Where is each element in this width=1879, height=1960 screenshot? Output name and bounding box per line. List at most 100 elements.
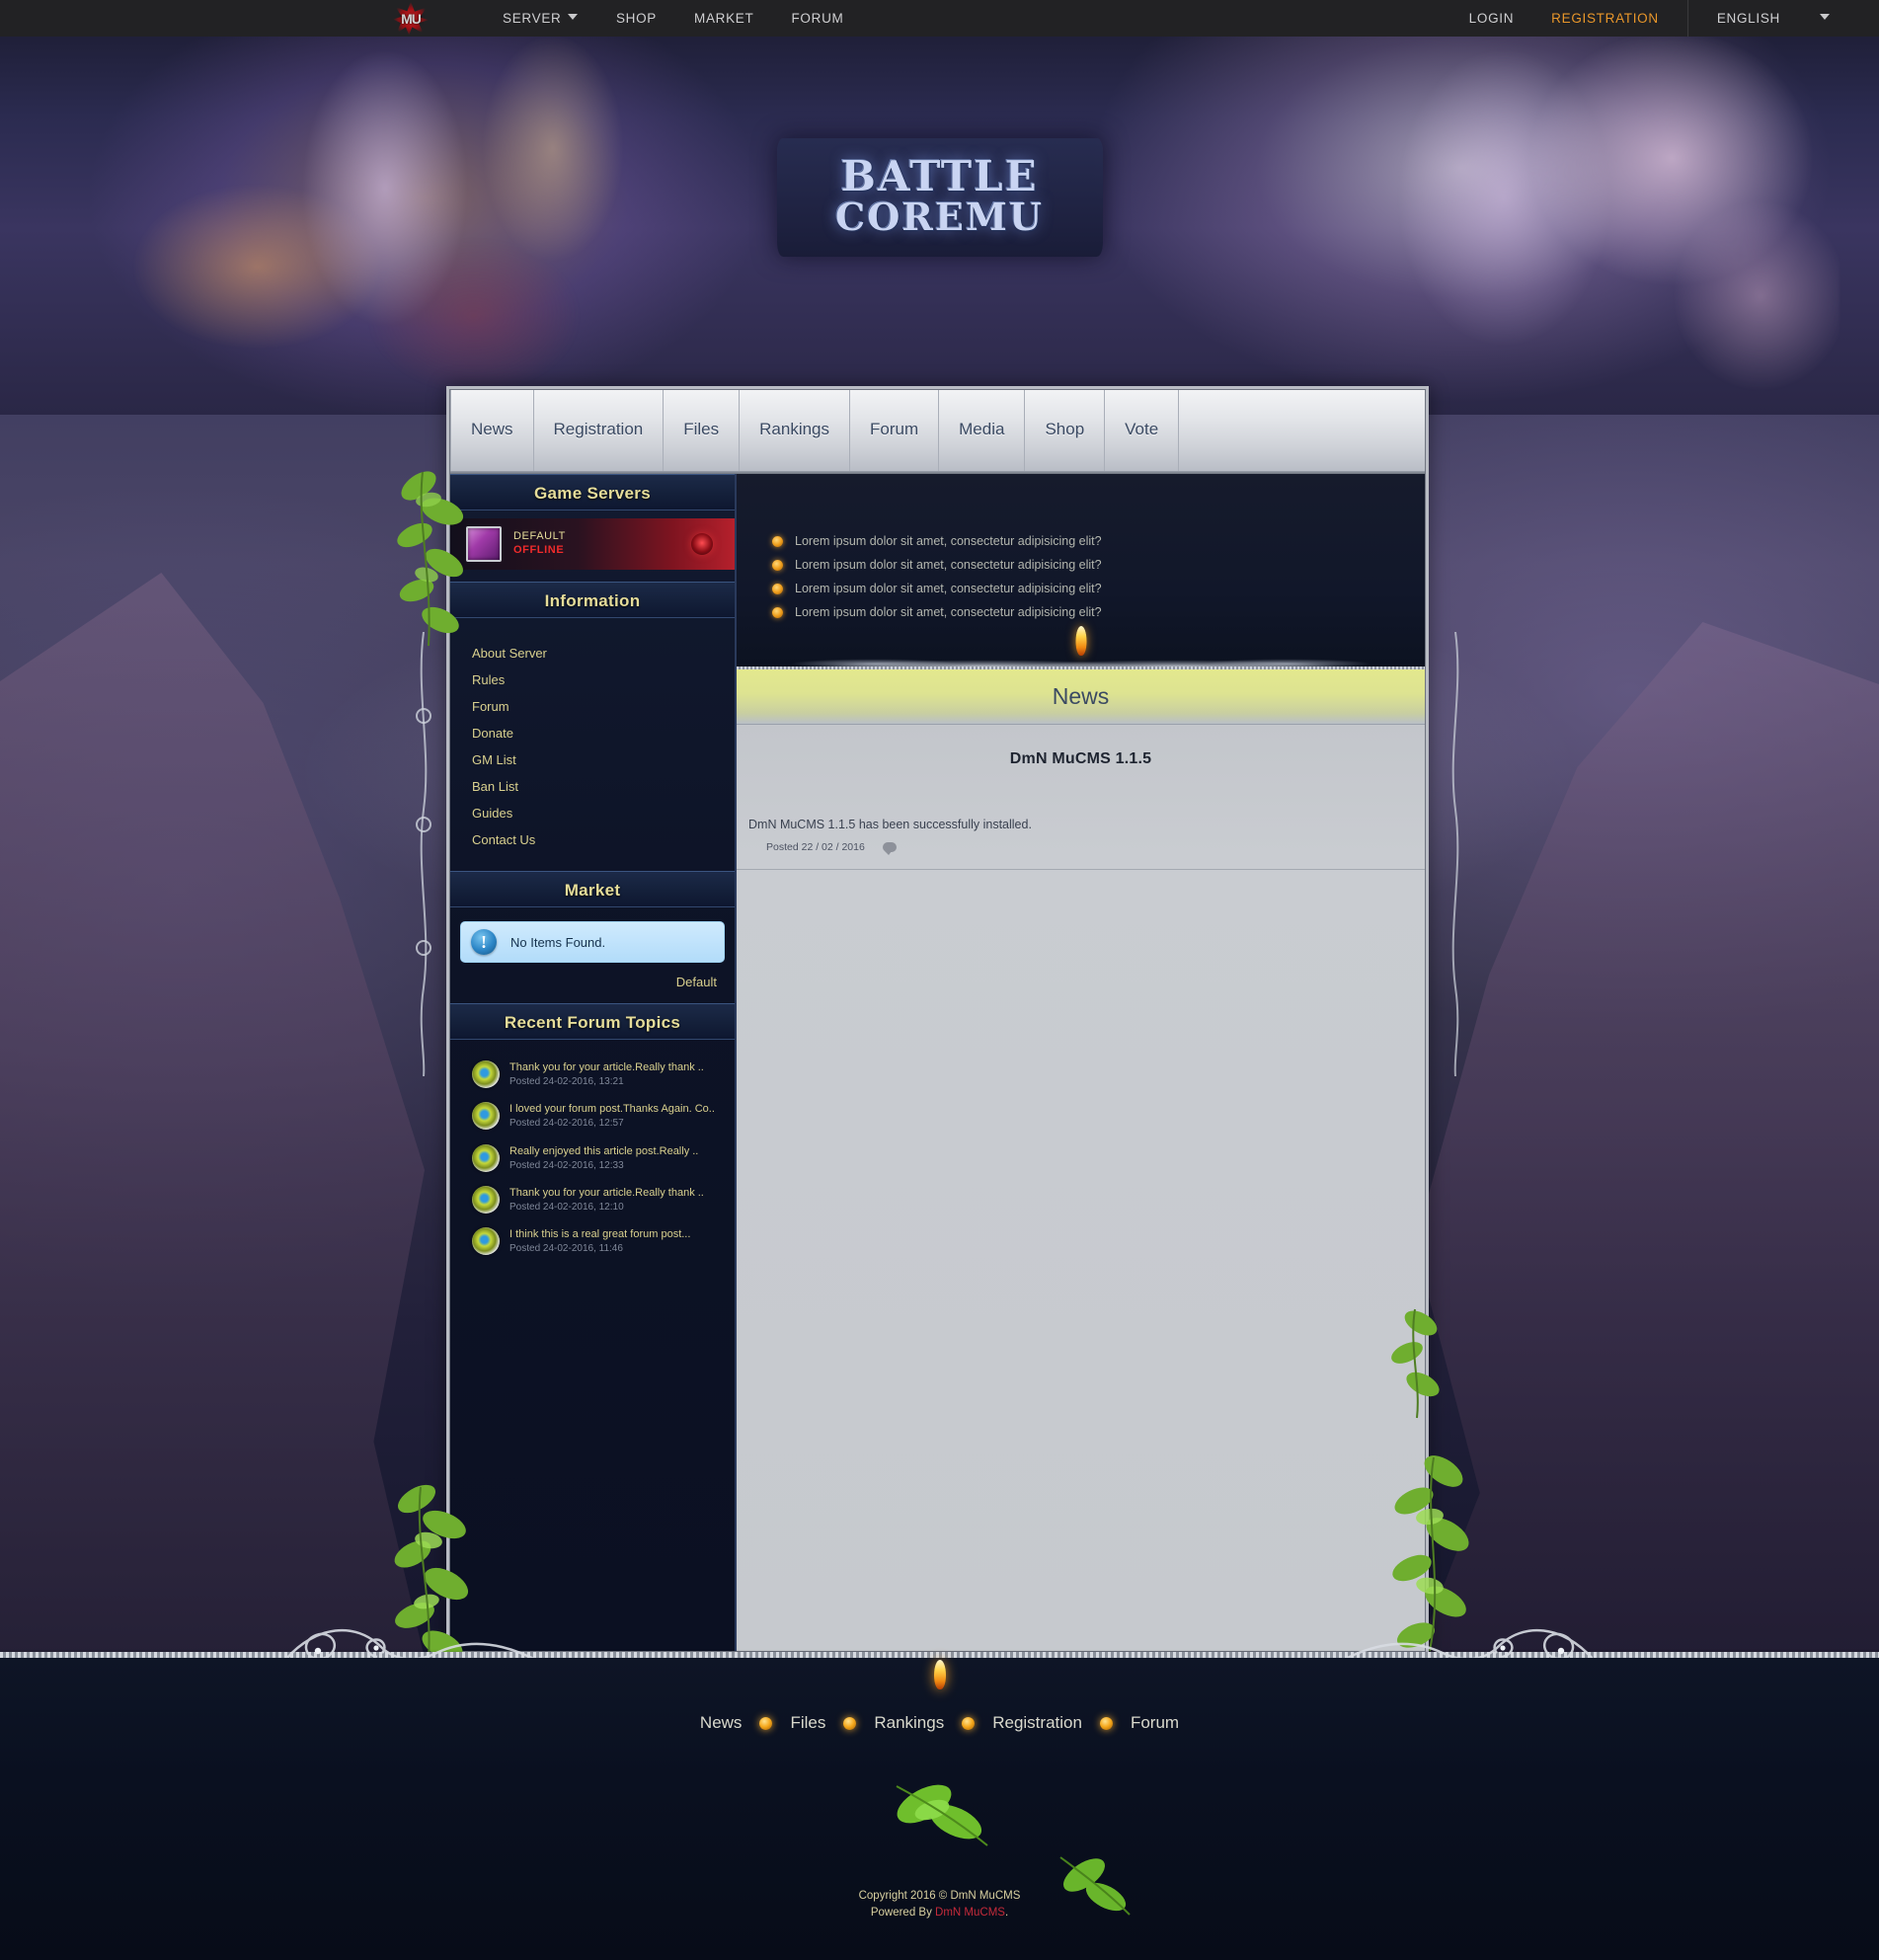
bullet-icon xyxy=(843,1716,857,1730)
news-section-header: News xyxy=(737,669,1425,725)
vine-rail-left xyxy=(413,631,434,1077)
panel-title-game-servers: Game Servers xyxy=(450,474,735,510)
site-logo: BATTLE COREMU xyxy=(776,138,1103,257)
news-body: DmN MuCMS 1.1.5 DmN MuCMS 1.1.5 has been… xyxy=(737,725,1425,1651)
ticker-item[interactable]: Lorem ipsum dolor sit amet, consectetur … xyxy=(772,577,1425,600)
powered-by-brand[interactable]: DmN MuCMS xyxy=(935,1907,1005,1919)
footer-link-forum[interactable]: Forum xyxy=(1119,1713,1191,1733)
brand-text: MU xyxy=(401,10,422,27)
news-article-title[interactable]: DmN MuCMS 1.1.5 xyxy=(737,750,1425,768)
tab-registration[interactable]: Registration xyxy=(534,390,665,471)
sidebar-item-about-server[interactable]: About Server xyxy=(472,640,735,666)
comment-icon[interactable] xyxy=(882,842,897,855)
recent-forum-topic-list: Thank you for your article.Really thank … xyxy=(450,1040,735,1263)
bullet-icon xyxy=(759,1716,773,1730)
sidebar-item-donate[interactable]: Donate xyxy=(472,720,735,746)
footer-link-rankings[interactable]: Rankings xyxy=(862,1713,956,1733)
news-article: DmN MuCMS 1.1.5 DmN MuCMS 1.1.5 has been… xyxy=(737,725,1425,869)
news-article-footer: Posted 22 / 02 / 2016 xyxy=(737,831,1425,869)
server-offline-seal-icon xyxy=(691,533,713,555)
mu-star-logo-icon[interactable]: MU xyxy=(393,1,429,36)
topic-meta: Thank you for your article.Really thank … xyxy=(509,1186,704,1214)
news-article-divider xyxy=(737,869,1425,870)
list-item[interactable]: Really enjoyed this article post.Really … xyxy=(450,1137,735,1179)
topic-date: Posted 24-02-2016, 13:21 xyxy=(509,1075,624,1087)
topic-meta: I loved your forum post.Thanks Again. Co… xyxy=(509,1102,715,1130)
top-nav-item-market[interactable]: MARKET xyxy=(675,0,772,37)
tab-forum[interactable]: Forum xyxy=(850,390,940,471)
hero-banner: BATTLE COREMU xyxy=(0,0,1879,415)
tab-files[interactable]: Files xyxy=(664,390,741,471)
login-button[interactable]: LOGIN xyxy=(1450,0,1533,37)
server-meta: DEFAULT OFFLINE xyxy=(513,530,566,558)
topic-title: Really enjoyed this article post.Really … xyxy=(509,1144,699,1157)
market-empty-message: No Items Found. xyxy=(510,934,606,950)
language-selector[interactable]: ENGLISH xyxy=(1698,0,1799,37)
list-item[interactable]: Thank you for your article.Really thank … xyxy=(450,1179,735,1220)
flame-ornament-icon xyxy=(1075,626,1086,656)
bullet-icon xyxy=(772,559,783,571)
panel-title-information: Information xyxy=(450,582,735,618)
footer-link-news[interactable]: News xyxy=(688,1713,754,1733)
tab-rankings[interactable]: Rankings xyxy=(740,390,851,471)
chevron-down-icon xyxy=(1820,14,1831,21)
ticker-item[interactable]: Lorem ipsum dolor sit amet, consectetur … xyxy=(772,529,1425,553)
tab-shop[interactable]: Shop xyxy=(1025,390,1106,471)
sidebar-item-rules[interactable]: Rules xyxy=(472,666,735,693)
top-nav-item-forum[interactable]: FORUM xyxy=(772,0,862,37)
frame-inner: News Registration Files Rankings Forum M… xyxy=(450,390,1425,1651)
topic-meta: Really enjoyed this article post.Really … xyxy=(509,1144,698,1172)
tab-media[interactable]: Media xyxy=(939,390,1026,471)
list-item[interactable]: I loved your forum post.Thanks Again. Co… xyxy=(450,1095,735,1137)
top-nav-item-server[interactable]: SERVER xyxy=(484,0,597,37)
sidebar-item-contact-us[interactable]: Contact Us xyxy=(472,826,735,853)
sidebar-item-gm-list[interactable]: GM List xyxy=(472,746,735,773)
panel-title-recent-forum-topics: Recent Forum Topics xyxy=(450,1003,735,1040)
flame-ornament-icon xyxy=(933,1660,946,1689)
site-logo-line2: COREMU xyxy=(834,195,1045,239)
main-content: Lorem ipsum dolor sit amet, consectetur … xyxy=(737,474,1425,1651)
footer-link-registration[interactable]: Registration xyxy=(980,1713,1094,1733)
hero-character-right xyxy=(1208,10,1840,415)
topic-title: Thank you for your article.Really thank … xyxy=(509,1187,704,1200)
sidebar-item-guides[interactable]: Guides xyxy=(472,800,735,826)
topic-title: I loved your forum post.Thanks Again. Co… xyxy=(509,1103,715,1116)
ticker-text: Lorem ipsum dolor sit amet, consectetur … xyxy=(795,558,1102,572)
vine-rail-right xyxy=(1445,631,1466,1077)
sidebar-item-ban-list[interactable]: Ban List xyxy=(472,773,735,800)
market-server-label[interactable]: Default xyxy=(450,963,735,1003)
ticker-bottom-rule xyxy=(737,666,1425,669)
footer-link-files[interactable]: Files xyxy=(778,1713,837,1733)
ticker-text: Lorem ipsum dolor sit amet, consectetur … xyxy=(795,582,1102,595)
topic-date: Posted 24-02-2016, 12:10 xyxy=(509,1201,624,1213)
tab-vote[interactable]: Vote xyxy=(1105,390,1180,471)
topic-date: Posted 24-02-2016, 11:46 xyxy=(509,1243,623,1255)
sidebar-item-forum[interactable]: Forum xyxy=(472,693,735,720)
announcement-ticker: Lorem ipsum dolor sit amet, consectetur … xyxy=(737,474,1425,669)
powered-by-suffix: . xyxy=(1004,1907,1009,1920)
bullet-icon xyxy=(1099,1716,1113,1730)
powered-by-line: Powered By DmN MuCMS. xyxy=(0,1905,1879,1921)
language-chevron-button[interactable] xyxy=(1799,0,1849,37)
copyright-line: Copyright 2016 © DmN MuCMS xyxy=(858,1890,1021,1902)
top-nav-left-group: MU SERVER SHOP MARKET FORUM xyxy=(393,0,862,37)
tab-bar-filler xyxy=(1179,390,1425,471)
chevron-down-icon xyxy=(567,14,579,21)
main-tab-bar: News Registration Files Rankings Forum M… xyxy=(450,390,1425,474)
list-item[interactable]: Thank you for your article.Really thank … xyxy=(450,1054,735,1095)
ticker-item[interactable]: Lorem ipsum dolor sit amet, consectetur … xyxy=(772,553,1425,577)
top-navigation-bar: MU SERVER SHOP MARKET FORUM LOGIN REGIST… xyxy=(0,0,1879,37)
registration-button[interactable]: REGISTRATION xyxy=(1532,0,1678,37)
tab-news[interactable]: News xyxy=(450,390,534,471)
info-icon: ! xyxy=(471,929,497,955)
avatar xyxy=(472,1227,500,1256)
avatar xyxy=(472,1060,500,1088)
sidebar: Game Servers DEFAULT OFFLINE Information… xyxy=(450,474,737,1651)
server-list-item[interactable]: DEFAULT OFFLINE xyxy=(450,518,735,570)
top-nav-label-server: SERVER xyxy=(503,11,562,26)
copyright-block: Copyright 2016 © DmN MuCMS Powered By Dm… xyxy=(0,1888,1879,1922)
top-nav-item-shop[interactable]: SHOP xyxy=(597,0,675,37)
bullet-icon xyxy=(962,1716,976,1730)
list-item[interactable]: I think this is a real great forum post.… xyxy=(450,1220,735,1262)
panel-title-market: Market xyxy=(450,871,735,907)
